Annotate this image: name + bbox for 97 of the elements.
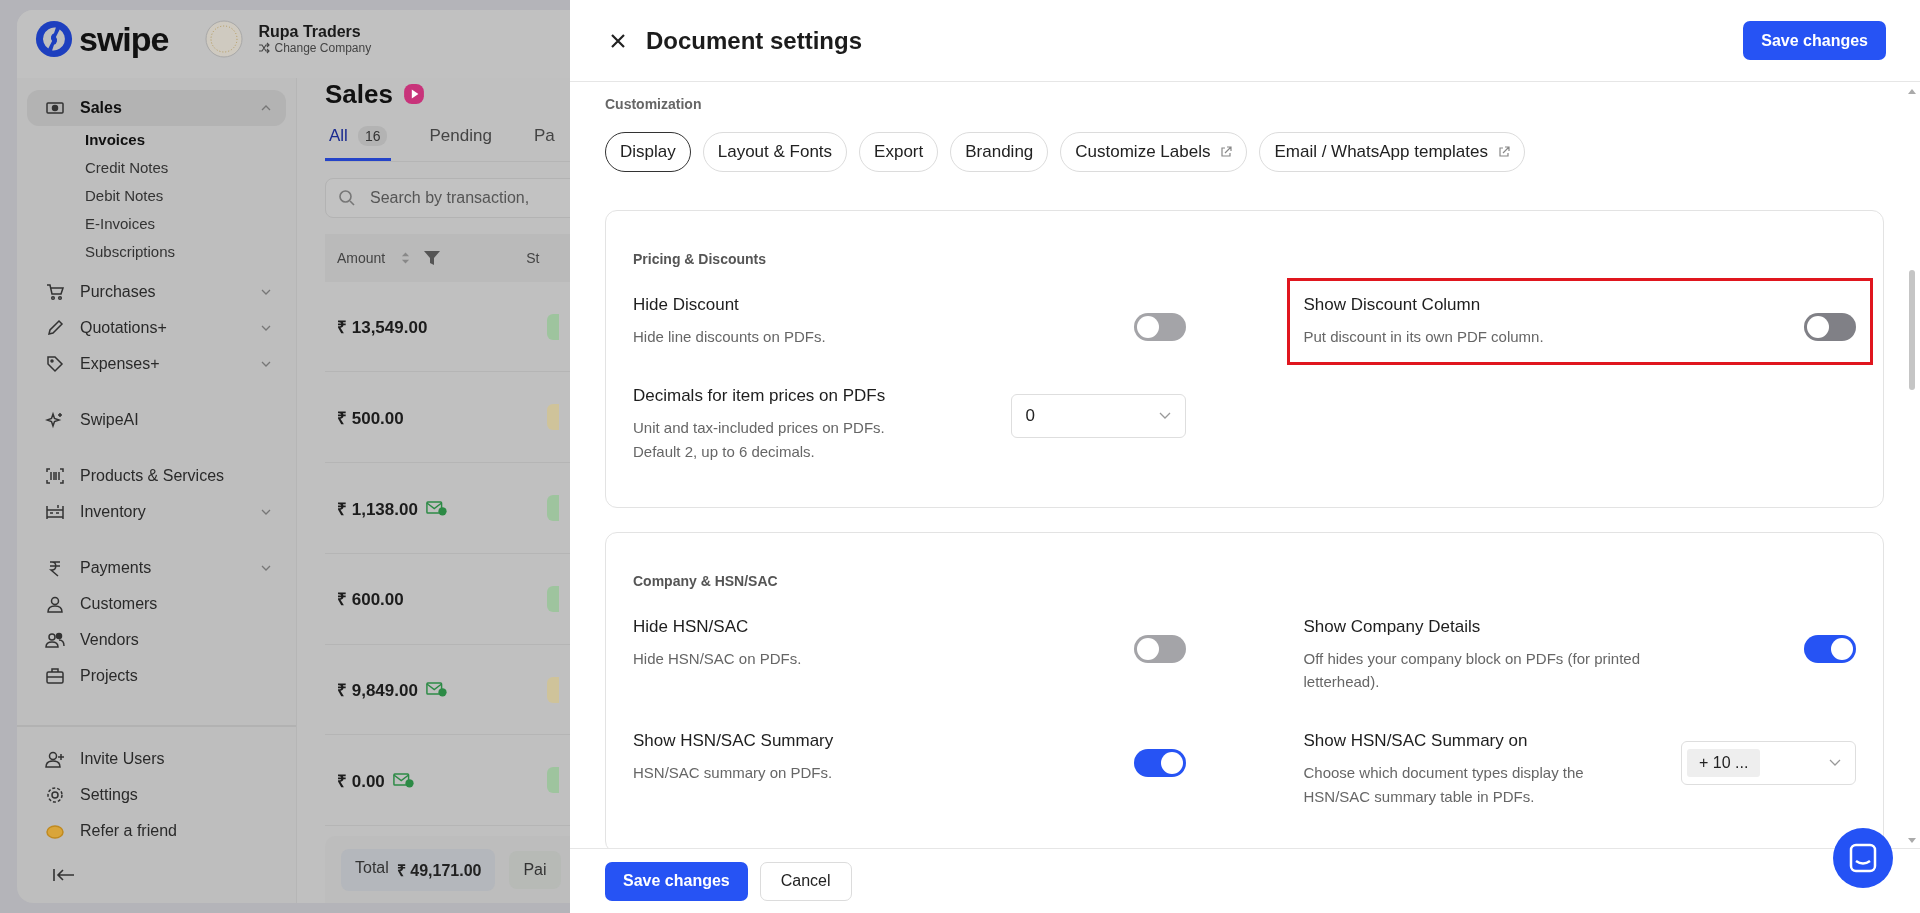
amount-cell-text: ₹ 1,138.00 (337, 498, 418, 520)
setting-label: Hide HSN/SAC (633, 616, 750, 637)
setting-description: Hide line discounts on PDFs. (633, 327, 826, 347)
setting-label: Show Company Details (1303, 616, 1482, 637)
card-title: Pricing & Discounts (633, 251, 768, 267)
sidebar-item[interactable]: Quotations+ (27, 310, 286, 346)
caret-icon (1158, 412, 1171, 421)
save-changes-button[interactable]: Save changes (1743, 21, 1886, 60)
external-link-icon (1220, 146, 1233, 158)
close-icon[interactable] (610, 32, 626, 49)
sidebar-item[interactable]: Inventory (27, 494, 286, 530)
setting-label: Hide Discount (633, 295, 740, 315)
search-icon (338, 189, 356, 207)
briefcase-icon (45, 666, 65, 686)
sidebar-subitem[interactable]: Credit Notes (85, 154, 286, 182)
setting-label: Show Discount Column (1303, 295, 1482, 315)
cancel-button[interactable]: Cancel (759, 861, 852, 901)
card-title: Company & HSN/SAC (633, 572, 779, 589)
logo-icon (35, 20, 73, 58)
external-link-icon (1497, 146, 1510, 158)
setting-description: HSN/SAC summary on PDFs. (633, 763, 834, 784)
total-chip: Total ₹ 49,171.00 (341, 848, 496, 891)
sidebar-item[interactable]: SwipeAI (27, 402, 286, 438)
setting-label: Show HSN/SAC Summary on (1303, 731, 1529, 752)
caret-icon (1829, 759, 1841, 768)
barcode-icon (45, 466, 65, 486)
chat-icon[interactable] (1833, 828, 1893, 888)
setting-description: Put discount in its own PDF column. (1303, 327, 1544, 347)
sidebar-item[interactable]: Refer a friend (27, 813, 286, 849)
select-field[interactable]: 0 (1010, 394, 1186, 439)
filter-icon[interactable] (424, 250, 441, 265)
setting-label: Decimals for item prices on PDFs (633, 386, 887, 407)
tab-chip[interactable]: Layout & Fonts (702, 132, 848, 172)
tag-icon (45, 354, 65, 374)
amount-cell-text: ₹ 0.00 (337, 770, 385, 792)
amount-cell-text: ₹ 500.00 (337, 407, 404, 429)
sidebar-subitem[interactable]: Debit Notes (85, 182, 286, 210)
multiselect-field[interactable]: + 10 ... (1681, 741, 1856, 786)
person-plus-icon (45, 749, 65, 769)
tab[interactable]: Pa (529, 126, 559, 161)
scrollbar-thumb[interactable] (1909, 270, 1915, 390)
toggle-switch[interactable] (1804, 313, 1856, 341)
person-icon (45, 594, 65, 614)
sidebar-item[interactable]: Products & Services (27, 458, 286, 494)
toggle-switch[interactable] (1133, 749, 1186, 778)
pencil-icon (45, 318, 65, 338)
setting-description: Unit and tax-included prices on PDFs. Default 2, up to 6 decimals. (633, 418, 886, 462)
shuffle-icon (258, 42, 271, 54)
company-name: Rupa Traders (258, 23, 362, 41)
sparkle-icon (45, 410, 65, 430)
tab-chip[interactable]: Export (859, 132, 939, 172)
play-icon[interactable] (402, 83, 425, 105)
toggle-switch[interactable] (1133, 313, 1186, 341)
toggle-switch[interactable] (1133, 634, 1186, 663)
column-header[interactable]: Amount (337, 249, 386, 266)
cart-icon (45, 282, 65, 302)
drawer-title: Document settings (646, 26, 864, 55)
sidebar-item[interactable]: Settings (27, 777, 286, 813)
sidebar-item[interactable]: Expenses+ (27, 346, 286, 382)
column-header[interactable]: St (526, 249, 540, 266)
toggle-switch[interactable] (1804, 634, 1856, 663)
setting-description: Off hides your company block on PDFs (for printed letterhead). (1303, 648, 1642, 692)
sidebar-item[interactable]: Vendors (27, 622, 286, 658)
save-changes-button[interactable]: Save changes (605, 861, 748, 901)
brand-name: swipe (79, 19, 169, 59)
sidebar-item[interactable]: Payments (27, 550, 286, 586)
tab-chip[interactable]: Branding (950, 132, 1049, 172)
setting-label: Show HSN/SAC Summary (633, 731, 834, 752)
gear-icon (45, 785, 65, 805)
sidebar-item[interactable]: Purchases (27, 274, 286, 310)
sidebar-subitem[interactable]: Invoices (85, 126, 286, 154)
tab-chip[interactable]: Email / WhatsApp templates (1259, 132, 1525, 172)
total-chip: Pai (509, 850, 561, 889)
sidebar-subitem[interactable]: E-Invoices (85, 210, 286, 238)
scroll-up-icon[interactable] (1908, 88, 1916, 94)
collapse-sidebar-icon[interactable] (52, 867, 76, 883)
tab-chip[interactable]: Customize Labels (1060, 132, 1248, 172)
amount-cell-text: ₹ 9,849.00 (337, 680, 418, 702)
setting-description: Choose which document types display the HSN/SAC summary table in PDFs. (1303, 763, 1585, 807)
people-icon (45, 630, 65, 650)
setting-description: Hide HSN/SAC on PDFs. (633, 648, 802, 669)
sidebar-item[interactable]: Customers (27, 586, 286, 622)
tab[interactable]: All 16 (325, 126, 392, 161)
scroll-down-icon[interactable] (1908, 838, 1916, 844)
page-title: Sales (325, 78, 393, 110)
sidebar-subitem[interactable]: Subscriptions (85, 238, 286, 266)
amount-cell-text: ₹ 600.00 (337, 589, 404, 611)
warehouse-icon (45, 502, 65, 522)
amount-cell-text: ₹ 13,549.00 (337, 317, 428, 339)
sidebar-item[interactable]: Invite Users (27, 741, 286, 777)
tab[interactable]: Pending (425, 126, 496, 161)
search-field[interactable]: Search by transaction, (325, 178, 570, 218)
change-company-link[interactable]: Change Company (258, 41, 372, 55)
tab-chip[interactable]: Display (605, 132, 691, 172)
section-label: Customization (605, 96, 703, 112)
sidebar-item[interactable]: Sales (27, 90, 286, 126)
sidebar-item[interactable]: Projects (27, 658, 286, 694)
